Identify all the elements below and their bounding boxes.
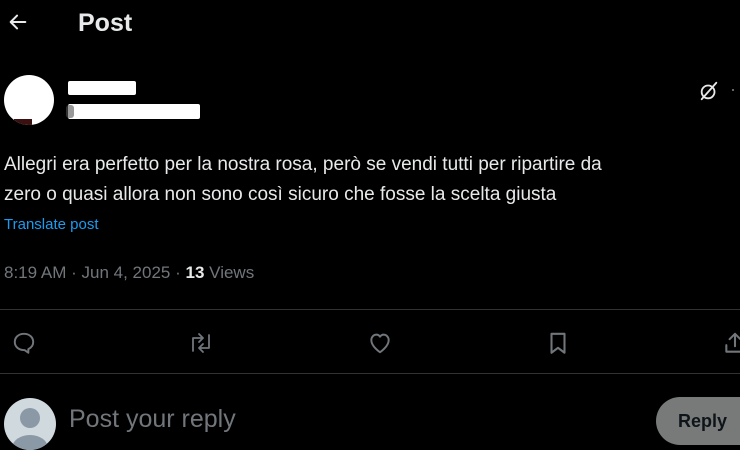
divider	[0, 309, 740, 310]
post-text: Allegri era perfetto per la nostra rosa,…	[4, 154, 602, 205]
post-time[interactable]: 8:19 AM	[4, 263, 66, 282]
reply-input[interactable]: Post your reply	[69, 405, 236, 434]
like-icon	[370, 333, 390, 354]
post-metadata: 8:19 AM · Jun 4, 2025 · 13 Views	[4, 263, 254, 283]
user-avatar[interactable]	[4, 398, 56, 450]
translate-post-link[interactable]: Translate post	[4, 216, 99, 233]
meta-separator: ·	[71, 263, 77, 282]
author-avatar[interactable]	[4, 75, 54, 125]
reply-button[interactable]	[11, 330, 37, 356]
author-name-redacted[interactable]	[68, 81, 136, 95]
author-handle-redacted[interactable]	[66, 104, 200, 119]
views-count: 13	[185, 263, 205, 282]
divider	[0, 373, 740, 374]
more-dots-icon: ·	[730, 79, 736, 99]
top-bar: Post	[0, 0, 740, 52]
back-button[interactable]	[6, 10, 30, 34]
meta-separator: ·	[175, 263, 181, 282]
share-button[interactable]	[722, 330, 740, 356]
arrow-left-icon	[9, 14, 27, 30]
repost-icon	[192, 333, 210, 353]
repost-button[interactable]	[188, 330, 214, 356]
reply-icon	[13, 332, 35, 354]
reply-submit-button[interactable]: Reply	[656, 397, 740, 445]
post-date[interactable]: Jun 4, 2025	[82, 263, 171, 282]
page-title: Post	[78, 9, 133, 37]
like-button[interactable]	[367, 330, 393, 356]
bookmark-button[interactable]	[545, 330, 571, 356]
bookmark-icon	[550, 332, 566, 354]
views-label: Views	[209, 263, 255, 282]
default-avatar-icon	[12, 408, 48, 450]
more-options-button[interactable]: ·	[730, 80, 740, 102]
share-icon	[725, 332, 740, 353]
grok-icon	[700, 81, 718, 101]
grok-button[interactable]	[696, 78, 722, 104]
